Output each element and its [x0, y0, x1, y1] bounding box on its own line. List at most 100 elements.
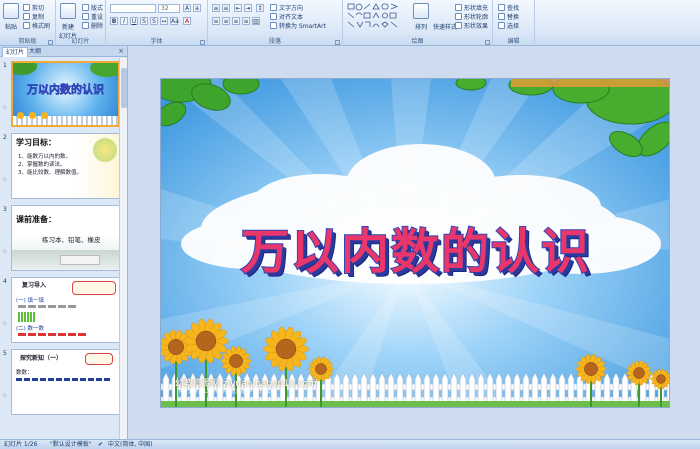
shadow-button[interactable]: S — [150, 17, 158, 25]
shape-outline-button[interactable]: 形状轮廓 — [455, 12, 488, 21]
select-button[interactable]: 选择 — [498, 21, 519, 30]
cut-button[interactable]: 剪切 — [23, 3, 44, 12]
shape-fill-button[interactable]: 形状填充 — [455, 3, 488, 12]
paste-button[interactable]: 粘贴 — [3, 3, 19, 31]
shapes-gallery[interactable] — [347, 3, 407, 31]
ribbon: 粘贴 剪切 复制 格式刷 剪贴板 新建 幻灯片 版式 重设 删除 幻灯片 32 … — [0, 0, 700, 46]
shape-effects-button[interactable]: 形状效果 — [455, 21, 488, 30]
bullets-button[interactable]: ≡ — [212, 4, 220, 12]
thumbnail-3-preview: 课前准备： 练习本、铅笔、橡皮 — [11, 205, 120, 271]
font-color-button[interactable]: A — [183, 17, 191, 25]
grow-font-button[interactable]: A — [183, 4, 191, 12]
font-launcher[interactable] — [200, 40, 205, 45]
align-text-icon — [270, 13, 277, 20]
leaves-decoration — [90, 63, 118, 77]
new-slide-button[interactable]: 新建 幻灯片 — [59, 3, 77, 40]
replace-button[interactable]: 替换 — [498, 12, 519, 21]
align-left-button[interactable]: ≡ — [212, 17, 220, 25]
clipboard-group: 粘贴 剪切 复制 格式刷 剪贴板 — [0, 0, 56, 46]
thumbnail-5[interactable]: 5 ☆ 探究新知（一） 数数： — [0, 348, 120, 418]
change-case-button[interactable]: Aa — [170, 17, 179, 25]
convert-smartart-button[interactable]: 转换为 SmartArt — [270, 21, 326, 30]
arrange-icon — [413, 3, 429, 19]
spacing-button[interactable]: ↔ — [160, 17, 168, 25]
align-text-button[interactable]: 对齐文本 — [270, 12, 303, 21]
spellcheck-icon[interactable]: ✔ — [98, 440, 103, 449]
underline-button[interactable]: U — [130, 17, 138, 25]
status-bar: 幻灯片 1/26 "默认设计模板" ✔ 中文(简体, 中国) — [0, 439, 700, 449]
font-size-select[interactable]: 32 — [158, 4, 180, 13]
thumbnail-2[interactable]: 2 ☆ 学习目标： 1、能数万以内的数。 2、掌握数的读法。 3、能比较数、理解… — [0, 132, 120, 202]
font-label: 字体 — [150, 38, 163, 45]
effects-icon — [455, 22, 462, 29]
new-slide-icon — [60, 3, 76, 19]
editing-label: 编辑 — [507, 38, 520, 45]
theme-name: "默认设计模板" — [50, 441, 92, 448]
thumbnail-4-preview: 复习导入 (一) 填一填 (二) 数一数 — [11, 277, 120, 343]
sunflower-decoration — [17, 112, 24, 119]
blocks-decoration — [18, 312, 36, 322]
decrease-indent-button[interactable]: ⇤ — [234, 4, 242, 12]
animation-star-icon: ☆ — [2, 104, 8, 111]
scissors-icon — [23, 4, 30, 11]
copy-button[interactable]: 复制 — [23, 12, 44, 21]
align-center-button[interactable]: ≡ — [222, 17, 230, 25]
find-button[interactable]: 查找 — [498, 3, 519, 12]
text-direction-icon — [270, 4, 277, 11]
increase-indent-button[interactable]: ⇥ — [244, 4, 252, 12]
drawing-label: 绘图 — [411, 38, 424, 45]
quick-styles-button[interactable]: 快速样式 — [433, 22, 457, 31]
drawing-launcher[interactable] — [485, 40, 490, 45]
arrange-button[interactable]: 排列 — [413, 3, 429, 31]
strikethrough-button[interactable]: S — [140, 17, 148, 25]
thumbnail-4[interactable]: 4 ☆ 复习导入 (一) 填一填 (二) 数一数 — [0, 276, 120, 346]
text-direction-button[interactable]: 文字方向 — [270, 3, 303, 12]
thumbnail-5-preview: 探究新知（一） 数数： — [11, 349, 120, 415]
delete-slide-button[interactable]: 删除 — [82, 21, 103, 30]
clipboard-launcher[interactable] — [48, 40, 53, 45]
fill-icon — [455, 4, 462, 11]
font-name-select[interactable] — [110, 4, 156, 13]
thumbnail-1[interactable]: 1 ☆ 万以内数的认识 — [0, 60, 120, 130]
tab-outline[interactable]: 大纲 — [26, 47, 44, 57]
slides-group: 新建 幻灯片 版式 重设 删除 幻灯片 — [56, 0, 106, 46]
align-right-button[interactable]: ≡ — [232, 17, 240, 25]
sunflower-decoration — [41, 112, 48, 119]
drawing-group: 排列 快速样式 形状填充 形状轮廓 形状效果 绘图 — [343, 0, 493, 46]
slide-title[interactable]: 万以内数的认识 — [161, 212, 669, 282]
animation-star-icon: ☆ — [2, 248, 8, 255]
replace-icon — [498, 13, 505, 20]
tab-slides[interactable]: 幻灯片 — [2, 47, 29, 57]
paragraph-launcher[interactable] — [335, 40, 340, 45]
flower-decoration — [93, 138, 117, 162]
shrink-font-button[interactable]: a — [193, 4, 201, 12]
line-spacing-button[interactable]: ↕ — [256, 4, 264, 12]
scrollbar-thumb[interactable] — [121, 68, 127, 108]
columns-button[interactable]: ▥ — [252, 17, 260, 25]
format-painter-button[interactable]: 格式刷 — [23, 21, 50, 30]
justify-button[interactable]: ≡ — [242, 17, 250, 25]
close-pane-button[interactable]: × — [118, 47, 124, 55]
sunflower-decoration — [29, 112, 36, 119]
sofa-decoration — [60, 255, 100, 265]
numbering-button[interactable]: ≡ — [222, 4, 230, 12]
cursor-icon — [498, 22, 505, 29]
brush-icon — [23, 22, 30, 29]
paste-icon — [3, 3, 19, 19]
slides-label: 幻灯片 — [71, 38, 90, 45]
current-slide[interactable]: 万以内数的认识 幼教资源网 ziyuan.baby611.com PPT课件, … — [160, 78, 670, 408]
smartart-icon — [270, 22, 277, 29]
thumbnail-2-preview: 学习目标： 1、能数万以内的数。 2、掌握数的读法。 3、能比较数、理解数值。 — [11, 133, 120, 199]
pane-tabs: 幻灯片 大纲 × — [0, 46, 127, 57]
language-indicator[interactable]: 中文(简体, 中国) — [108, 440, 153, 449]
copy-icon — [23, 13, 30, 20]
thumbnail-3[interactable]: 3 ☆ 课前准备： 练习本、铅笔、橡皮 — [0, 204, 120, 274]
reset-button[interactable]: 重设 — [82, 12, 103, 21]
speech-bubble — [85, 353, 113, 365]
layout-button[interactable]: 版式 — [82, 3, 103, 12]
text-line — [16, 378, 112, 381]
italic-button[interactable]: I — [120, 17, 128, 25]
delete-icon — [82, 22, 89, 29]
pane-scrollbar[interactable] — [119, 58, 127, 439]
bold-button[interactable]: B — [110, 17, 118, 25]
